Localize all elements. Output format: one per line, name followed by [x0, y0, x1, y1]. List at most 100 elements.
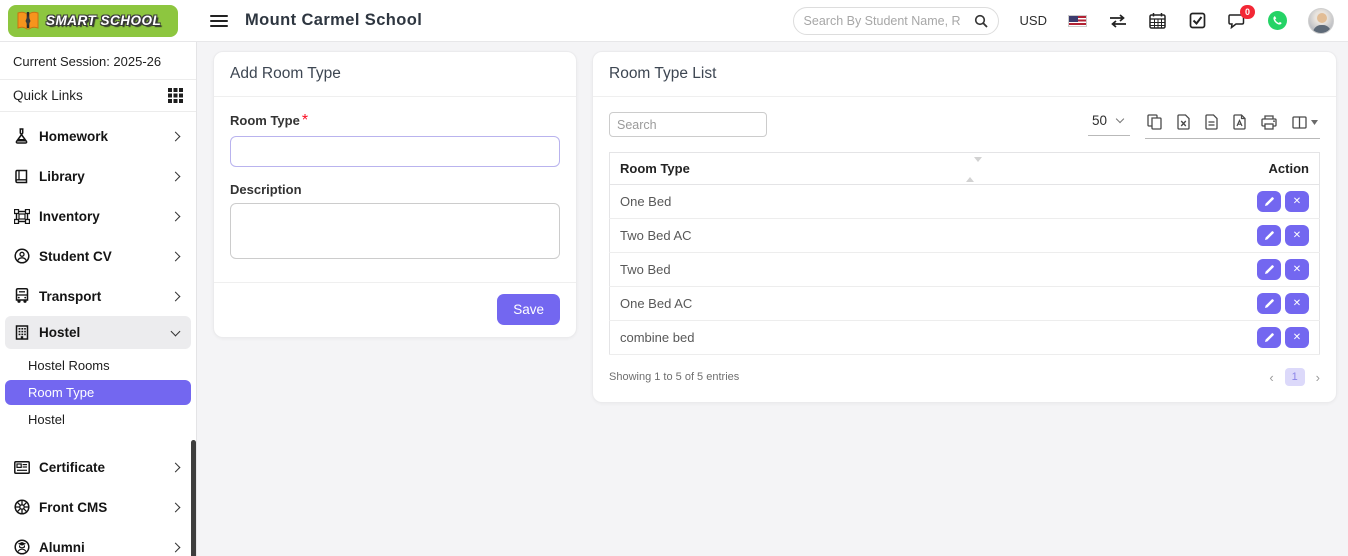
language-flag-icon[interactable] — [1068, 14, 1087, 27]
quick-links[interactable]: Quick Links — [0, 80, 196, 111]
task-check-icon[interactable] — [1188, 11, 1207, 30]
pagination: ‹ 1 › — [1269, 368, 1320, 386]
sidebar: Current Session: 2025-26 Quick Links Hom… — [0, 42, 197, 556]
print-icon[interactable] — [1261, 114, 1277, 130]
currency-selector[interactable]: USD — [1020, 13, 1047, 28]
pagination-page-1[interactable]: 1 — [1284, 368, 1305, 386]
showing-entries-text: Showing 1 to 5 of 5 entries — [609, 371, 740, 383]
list-card-title: Room Type List — [593, 52, 1336, 97]
excel-icon[interactable] — [1177, 114, 1190, 130]
chevron-down-icon — [1115, 114, 1125, 124]
chevron-right-icon — [170, 211, 181, 221]
table-header-row: Room Type Action — [609, 152, 1320, 185]
calendar-icon[interactable] — [1148, 11, 1167, 30]
save-button[interactable]: Save — [497, 294, 560, 325]
user-avatar[interactable] — [1308, 7, 1334, 34]
grid-icon[interactable] — [168, 88, 183, 103]
description-label: Description — [230, 182, 302, 197]
search-icon[interactable] — [974, 14, 988, 28]
bus-icon — [13, 288, 30, 304]
edit-button[interactable] — [1257, 225, 1281, 246]
sidebar-subitem-room-type[interactable]: Room Type — [5, 380, 191, 405]
edit-button[interactable] — [1257, 293, 1281, 314]
pagination-next[interactable]: › — [1316, 371, 1320, 384]
whatsapp-icon[interactable] — [1268, 11, 1287, 30]
edit-button[interactable] — [1257, 327, 1281, 348]
smart-school-logo[interactable]: SMART SCHOOL — [8, 4, 178, 37]
pagination-prev[interactable]: ‹ — [1269, 371, 1273, 384]
delete-button[interactable]: ✕ — [1285, 191, 1309, 212]
delete-button[interactable]: ✕ — [1285, 293, 1309, 314]
required-marker: * — [301, 112, 309, 129]
top-header: SMART SCHOOL Mount Carmel School USD — [0, 0, 1348, 42]
sidebar-item-certificate[interactable]: Certificate — [0, 447, 196, 487]
delete-button[interactable]: ✕ — [1285, 259, 1309, 280]
student-search-input[interactable] — [803, 13, 974, 28]
sidebar-item-alumni[interactable]: Alumni — [0, 527, 196, 556]
table-search-input[interactable] — [609, 112, 767, 137]
sidebar-item-label: Student CV — [39, 248, 112, 264]
page-size-select[interactable]: 50 — [1087, 112, 1130, 136]
column-label: Room Type — [620, 161, 690, 176]
header-actions: USD — [792, 5, 1348, 35]
sidebar-item-transport[interactable]: Transport — [0, 276, 196, 316]
edit-button[interactable] — [1257, 259, 1281, 280]
sidebar-item-student-cv[interactable]: Student CV — [0, 236, 196, 276]
sidebar-item-label: Hostel — [39, 325, 81, 340]
room-type-cell: Two Bed AC — [609, 218, 1013, 253]
chevron-right-icon — [170, 291, 181, 301]
student-search — [792, 6, 999, 35]
logo-book-icon — [17, 11, 39, 30]
room-type-input[interactable] — [230, 136, 560, 167]
sidebar-item-label: Alumni — [39, 539, 85, 555]
list-toolbar: 50 — [609, 112, 1320, 139]
certificate-icon — [13, 460, 30, 474]
edit-button[interactable] — [1257, 191, 1281, 212]
room-type-cell: Two Bed — [609, 252, 1013, 287]
sidebar-item-homework[interactable]: Homework — [0, 116, 196, 156]
chevron-right-icon — [170, 251, 181, 261]
room-type-list-card: Room Type List 50 — [592, 51, 1337, 403]
chat-count-badge: 0 — [1240, 5, 1255, 19]
column-header-action: Action — [1012, 152, 1320, 185]
column-visibility-icon[interactable] — [1292, 115, 1318, 129]
room-type-cell: One Bed — [609, 184, 1013, 219]
room-type-table: Room Type Action One Bed ✕ Two Bed AC ✕ … — [609, 152, 1320, 355]
pdf-icon[interactable] — [1233, 114, 1246, 130]
delete-button[interactable]: ✕ — [1285, 327, 1309, 348]
room-type-cell: One Bed AC — [609, 286, 1013, 321]
room-type-label: Room Type — [230, 113, 300, 128]
subitem-label: Hostel — [28, 412, 65, 427]
sidebar-subitem-hostel[interactable]: Hostel — [0, 406, 196, 433]
chevron-right-icon — [170, 462, 181, 472]
sidebar-item-inventory[interactable]: Inventory — [0, 196, 196, 236]
export-buttons — [1145, 112, 1320, 139]
sidebar-item-hostel[interactable]: Hostel — [5, 316, 191, 349]
quick-links-label: Quick Links — [13, 88, 83, 103]
column-header-room-type[interactable]: Room Type — [609, 152, 1013, 185]
copy-icon[interactable] — [1147, 114, 1162, 130]
page-size-value: 50 — [1091, 113, 1107, 128]
description-textarea[interactable] — [230, 203, 560, 259]
chat-icon[interactable]: 0 — [1228, 5, 1255, 30]
delete-button[interactable]: ✕ — [1285, 225, 1309, 246]
building-icon — [13, 325, 30, 340]
sidebar-item-front-cms[interactable]: Front CMS — [0, 487, 196, 527]
table-row: Two Bed ✕ — [609, 252, 1320, 287]
subitem-label: Hostel Rooms — [28, 358, 110, 373]
sidebar-scrollbar[interactable] — [191, 440, 196, 556]
current-session-label: Current Session: 2025-26 — [13, 54, 162, 69]
sidebar-item-label: Front CMS — [39, 499, 108, 515]
table-footer: Showing 1 to 5 of 5 entries ‹ 1 › — [609, 368, 1320, 386]
hamburger-icon[interactable] — [210, 12, 228, 30]
sidebar-item-label: Homework — [39, 128, 109, 144]
table-row: combine bed ✕ — [609, 320, 1320, 355]
main-content: Add Room Type Room Type * Description Sav… — [197, 42, 1348, 556]
table-row: One Bed AC ✕ — [609, 286, 1320, 321]
sidebar-item-label: Transport — [39, 288, 102, 304]
swap-arrows-icon[interactable] — [1108, 11, 1127, 30]
sidebar-subitem-hostel-rooms[interactable]: Hostel Rooms — [0, 352, 196, 379]
csv-file-icon[interactable] — [1205, 114, 1218, 130]
alumni-icon — [13, 539, 30, 555]
sidebar-item-library[interactable]: Library — [0, 156, 196, 196]
